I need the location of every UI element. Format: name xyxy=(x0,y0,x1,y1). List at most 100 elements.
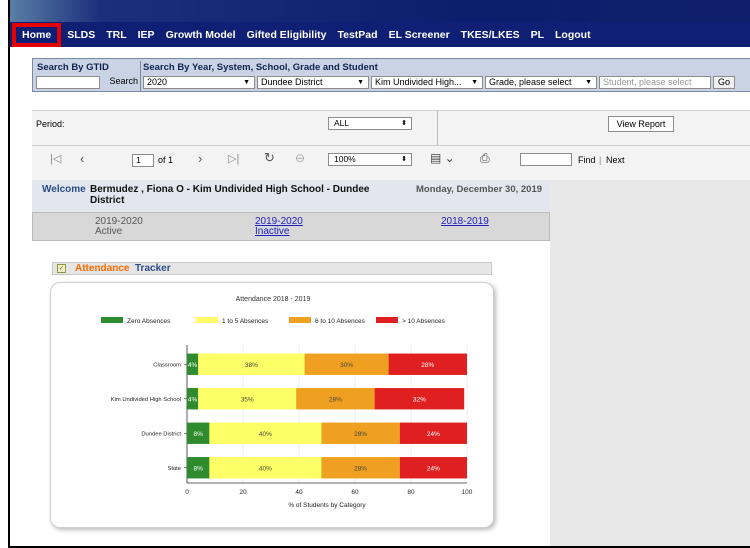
y-tick-label: Kim Undivided High School xyxy=(111,397,181,403)
nav-iep[interactable]: IEP xyxy=(138,29,155,41)
y-tick-label: Dundee District xyxy=(141,431,181,437)
legend-label: 1 to 5 Absences xyxy=(222,318,269,325)
chevron-down-icon: ▼ xyxy=(585,79,592,86)
checklist-icon: ✓ xyxy=(57,264,66,273)
period-select[interactable]: ALL ⬍ xyxy=(328,117,412,130)
nav-slds[interactable]: SLDS xyxy=(67,29,95,41)
nav-logout[interactable]: Logout xyxy=(555,29,591,41)
bar-value-label: 40% xyxy=(259,465,272,472)
bar-value-label: 28% xyxy=(354,431,367,438)
first-page-icon[interactable]: |◁ xyxy=(50,152,61,165)
x-tick-label: 80 xyxy=(407,489,415,496)
tracker-header: ✓ Attendance Tracker xyxy=(52,262,492,275)
period-label: Period: xyxy=(36,119,65,129)
legend-label: Zero Absences xyxy=(127,318,171,325)
find-next-link[interactable]: Next xyxy=(606,155,625,165)
x-tick-label: 20 xyxy=(239,489,247,496)
x-axis-title: % of Students by Category xyxy=(288,502,366,509)
gtid-input[interactable] xyxy=(36,76,100,89)
search-button[interactable]: Search xyxy=(100,76,138,89)
school-select[interactable]: Kim Undivided High... ▼ xyxy=(371,76,483,89)
tracker-title-accent: Attendance xyxy=(75,263,130,274)
report-background xyxy=(550,180,750,546)
x-tick-label: 100 xyxy=(462,489,473,496)
tracker-title: Tracker xyxy=(135,263,171,274)
nav-gifted-eligibility[interactable]: Gifted Eligibility xyxy=(247,29,327,41)
grade-select[interactable]: Grade, please select ▼ xyxy=(485,76,597,89)
bar-value-label: 24% xyxy=(427,465,440,472)
year-value: 2020 xyxy=(147,77,168,87)
chevron-down-icon: ⬍ xyxy=(401,156,407,163)
system-select[interactable]: Dundee District ▼ xyxy=(257,76,369,89)
bar-value-label: 28% xyxy=(421,362,434,369)
gtid-label: Search By GTID xyxy=(37,62,109,73)
bar-value-label: 8% xyxy=(193,431,203,438)
find-input[interactable] xyxy=(520,153,572,166)
inactive-label-link[interactable]: Inactive xyxy=(255,226,289,237)
nav-home[interactable]: Home xyxy=(12,22,62,47)
y-tick-label: State xyxy=(167,466,181,472)
year-select[interactable]: 2020 ▼ xyxy=(143,76,255,89)
attendance-chart-card: Attendance 2018 - 2019 Zero Absences 1 to … xyxy=(50,282,494,528)
nav-pl[interactable]: PL xyxy=(531,29,544,41)
page-number-input[interactable]: 1 xyxy=(132,154,154,167)
search-divider xyxy=(140,61,141,91)
welcome-bar: Welcome Bermudez , Fiona O - Kim Undivid… xyxy=(32,180,550,212)
nav-growth-model[interactable]: Growth Model xyxy=(166,29,236,41)
attendance-chart: Attendance 2018 - 2019 Zero Absences 1 to … xyxy=(101,296,473,509)
toolbar-divider xyxy=(32,145,750,146)
nav-trl[interactable]: TRL xyxy=(106,29,126,41)
chevron-down-icon: ▼ xyxy=(243,79,250,86)
chevron-down-icon: ▼ xyxy=(357,79,364,86)
find-separator: | xyxy=(599,155,602,165)
zoom-value: 100% xyxy=(334,154,356,164)
legend-swatch xyxy=(101,317,123,323)
report-viewer-toolbar: Period: ALL ⬍ View Report |◁ ‹ 1 of 1 › ▷… xyxy=(32,110,750,180)
system-value: Dundee District xyxy=(261,77,323,87)
app-frame: Home SLDS TRL IEP Growth Model Gifted El… xyxy=(8,0,750,548)
x-tick-label: 60 xyxy=(351,489,359,496)
bar-value-label: 4% xyxy=(188,396,198,403)
bar-value-label: 4% xyxy=(188,362,198,369)
header-banner xyxy=(10,0,750,22)
go-button[interactable]: Go xyxy=(713,76,735,89)
save-export-icon[interactable]: ▤ ⌄ xyxy=(430,151,455,165)
bar-value-label: 32% xyxy=(413,396,426,403)
back-icon[interactable]: ⊖ xyxy=(295,151,305,165)
page-count: of 1 xyxy=(158,155,174,165)
period-value: ALL xyxy=(334,118,350,128)
top-nav: Home SLDS TRL IEP Growth Model Gifted El… xyxy=(10,22,750,47)
next-page-icon[interactable]: › xyxy=(198,151,202,166)
print-icon[interactable]: ⎙ xyxy=(480,151,490,166)
student-select[interactable]: Student, please select xyxy=(599,76,711,89)
bar-value-label: 35% xyxy=(241,396,254,403)
legend-label: > 10 Absences xyxy=(402,318,446,325)
legend-swatch xyxy=(289,317,311,323)
view-report-button[interactable]: View Report xyxy=(608,116,674,132)
search-panel: Search By GTID Search Search By Year, Sy… xyxy=(32,58,750,92)
user-name: Bermudez , Fiona O - Kim Undivided High … xyxy=(90,184,370,206)
prior-year-link[interactable]: 2018-2019 xyxy=(441,216,489,227)
bar-value-label: 28% xyxy=(354,465,367,472)
chart-title: Attendance 2018 - 2019 xyxy=(236,296,311,303)
active-label: Active xyxy=(95,226,123,237)
find-link[interactable]: Find xyxy=(578,155,596,165)
legend-swatch xyxy=(196,317,218,323)
chevron-down-icon: ▼ xyxy=(471,79,478,86)
zoom-select[interactable]: 100% ⬍ xyxy=(328,153,412,166)
bar-value-label: 28% xyxy=(329,396,342,403)
legend-swatch xyxy=(376,317,398,323)
nav-el-screener[interactable]: EL Screener xyxy=(389,29,450,41)
last-page-icon[interactable]: ▷| xyxy=(228,152,239,165)
year-tabs: 2019-2020 Active 2019-2020 Inactive 2018… xyxy=(32,212,550,241)
refresh-icon[interactable]: ↻ xyxy=(264,150,275,166)
nav-testpad[interactable]: TestPad xyxy=(337,29,377,41)
nav-tkes-lkes[interactable]: TKES/LKES xyxy=(461,29,520,41)
bar-value-label: 8% xyxy=(193,465,203,472)
school-value: Kim Undivided High... xyxy=(375,77,462,87)
x-tick-label: 40 xyxy=(295,489,303,496)
bar-value-label: 40% xyxy=(259,431,272,438)
prev-page-icon[interactable]: ‹ xyxy=(80,151,84,166)
y-tick-label: Classroom xyxy=(153,362,181,368)
bar-value-label: 30% xyxy=(340,362,353,369)
